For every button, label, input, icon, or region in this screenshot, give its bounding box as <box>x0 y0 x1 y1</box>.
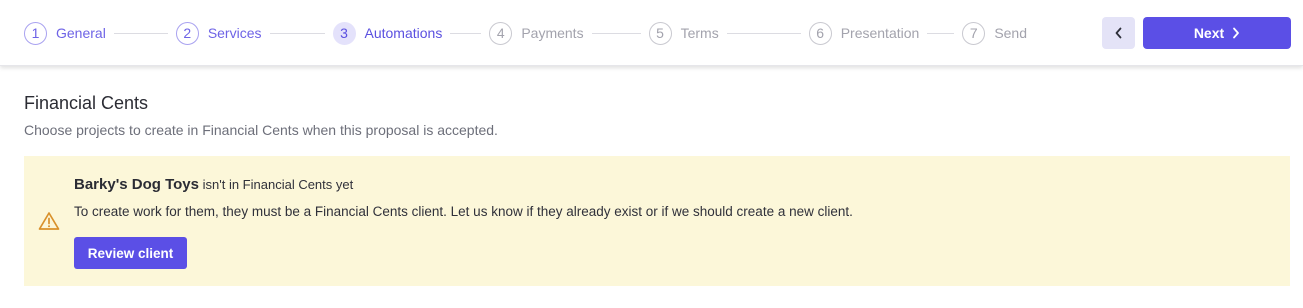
step-label: Presentation <box>840 25 920 41</box>
step-connector <box>591 32 641 34</box>
step-label: Automations <box>364 25 443 41</box>
next-button[interactable]: Next <box>1143 17 1291 49</box>
step-number: 6 <box>808 21 832 45</box>
step-number: 4 <box>489 21 513 45</box>
step-payments[interactable]: 4 Payments <box>489 21 584 45</box>
alert-body: To create work for them, they must be a … <box>74 204 853 219</box>
top-bar: 1 General 2 Services 3 Automations 4 Pay… <box>0 0 1303 66</box>
chevron-left-icon <box>1115 27 1121 39</box>
step-number: 3 <box>332 21 356 45</box>
alert-title-suffix: isn't in Financial Cents yet <box>202 177 354 192</box>
client-missing-alert: Barky's Dog Toys isn't in Financial Cent… <box>24 156 1290 286</box>
step-label: Send <box>994 25 1028 41</box>
alert-title: Barky's Dog Toys isn't in Financial Cent… <box>74 176 353 193</box>
step-number: 1 <box>24 21 47 45</box>
step-connector <box>450 32 482 34</box>
step-label: Terms <box>680 25 719 41</box>
section-subtitle: Choose projects to create in Financial C… <box>24 122 498 138</box>
step-terms[interactable]: 5 Terms <box>648 21 719 45</box>
step-label: General <box>56 25 106 41</box>
next-button-label: Next <box>1193 25 1225 41</box>
client-name: Barky's Dog Toys <box>74 176 199 193</box>
step-connector <box>726 32 801 34</box>
step-label: Services <box>207 25 262 41</box>
step-number: 5 <box>648 21 672 45</box>
step-connector <box>927 32 955 34</box>
stepper: 1 General 2 Services 3 Automations 4 Pay… <box>24 21 1027 45</box>
back-button[interactable] <box>1102 17 1135 49</box>
step-general[interactable]: 1 General <box>24 21 106 45</box>
step-connector <box>113 32 168 34</box>
step-number: 7 <box>962 21 986 45</box>
chevron-right-icon <box>1233 27 1240 39</box>
review-client-button[interactable]: Review client <box>74 237 187 269</box>
step-automations[interactable]: 3 Automations <box>332 21 443 45</box>
step-send[interactable]: 7 Send <box>962 21 1027 45</box>
step-presentation[interactable]: 6 Presentation <box>808 21 920 45</box>
section-title: Financial Cents <box>24 93 149 113</box>
step-number: 2 <box>175 21 199 45</box>
step-connector <box>269 32 325 34</box>
step-label: Payments <box>521 25 584 41</box>
warning-triangle-icon <box>38 212 60 230</box>
step-services[interactable]: 2 Services <box>175 21 262 45</box>
